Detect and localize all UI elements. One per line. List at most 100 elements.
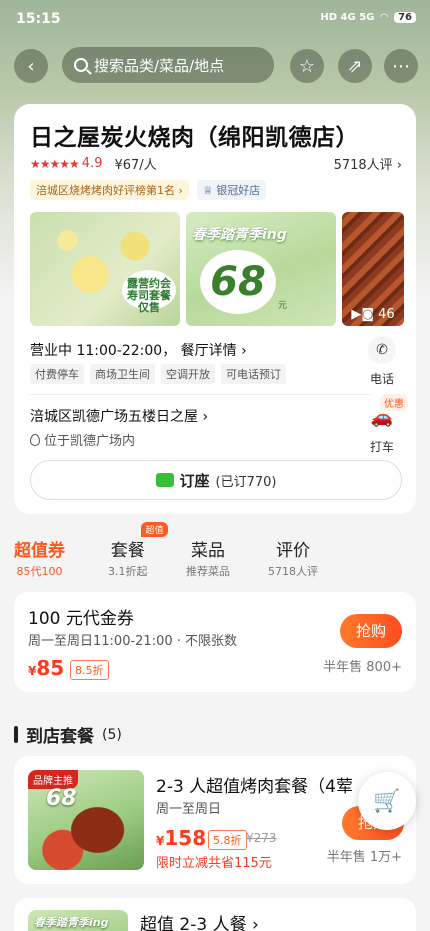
voucher-buy-button[interactable]: 抢购 <box>340 614 402 648</box>
package-image: 春季踏青季ing <box>28 910 128 931</box>
more-button[interactable]: ⋯ <box>384 49 418 83</box>
package-image-text: 68 <box>46 786 77 811</box>
rank-badge[interactable]: 涪城区烧烤烤肉好评榜第1名 › <box>30 180 189 200</box>
crown-icon: ♕ <box>202 184 217 197</box>
cart-icon: 🛒 <box>373 788 401 814</box>
address-sub-label: 位于凯德广场内 <box>44 434 136 449</box>
wifi-icon: ◠ <box>380 12 389 23</box>
share-icon: ⇗ <box>347 55 363 77</box>
taxi-discount-badge: 优惠 <box>380 394 408 411</box>
photo-count-value: 46 <box>378 307 395 322</box>
tab-title: 超值券 <box>14 541 65 561</box>
voucher-name: 100 元代金券 <box>28 609 134 629</box>
package-image-text: 春季踏青季ing <box>34 916 109 929</box>
section-bar <box>14 726 18 743</box>
reviews-link[interactable]: 5718人评 › <box>334 154 402 173</box>
location-pin-icon <box>30 433 40 446</box>
facility-tags: 付费停车 商场卫生间 空调开放 可电话预订 <box>30 364 286 384</box>
back-button[interactable]: ‹ <box>14 49 48 83</box>
business-hours[interactable]: 营业中 11:00-22:00， 餐厅详情 › <box>30 340 247 360</box>
avg-price: ¥67/人 <box>114 158 157 173</box>
facility-tag: 可电话预订 <box>221 364 286 384</box>
network-indicator: HD 4G 5G <box>320 12 375 23</box>
photo-promo-camping[interactable]: 露营约会 寿司套餐仅售 <box>30 212 180 326</box>
tab-dishes[interactable]: 菜品 推荐菜品 <box>186 536 230 579</box>
package-days: 周一至周日 <box>156 802 222 817</box>
phone-icon: ✆ <box>368 336 396 364</box>
facility-tag: 空调开放 <box>161 364 215 384</box>
tab-reviews[interactable]: 评价 5718人评 <box>268 536 318 579</box>
chevron-left-icon: ‹ <box>27 55 35 77</box>
voucher-price-value: 85 <box>36 656 65 680</box>
more-icon: ⋯ <box>392 55 410 77</box>
spring-banner-text: 春季踏青季ing <box>192 227 287 243</box>
store-card: 日之屋炭火烧肉（绵阳凯德店） ★★★★★ 4.9 ¥67/人 5718人评 › … <box>14 104 416 514</box>
package-price: ¥158 <box>156 826 206 850</box>
phone-label: 电话 <box>369 372 394 386</box>
package-card[interactable]: 品牌主推 68 2-3 人超值烤肉套餐（4荤 周一至周日 ¥158 5.8折 ¥… <box>14 756 416 884</box>
voucher-price: ¥85 <box>28 656 64 680</box>
status-bar: 15:15 HD 4G 5G ◠ 76 <box>0 0 430 40</box>
star-icon: ☆ <box>298 55 316 77</box>
reserve-button[interactable]: 订座 (已订770) <box>30 460 402 500</box>
section-count: (5) <box>102 726 122 743</box>
address-link[interactable]: 涪城区凯德广场五楼日之屋 › <box>30 406 208 426</box>
package-discount: 5.8折 <box>208 830 247 850</box>
voucher-card[interactable]: 100 元代金券 周一至周日11:00-21:00 · 不限张数 ¥85 8.5… <box>14 592 416 692</box>
section-tabs: 超值券 85代100 超值 套餐 3.1折起 菜品 推荐菜品 评价 5718人评 <box>0 522 430 582</box>
chair-icon <box>155 473 174 487</box>
package-original-price: ¥273 <box>246 831 277 845</box>
taxi-label: 打车 <box>369 440 394 454</box>
rating-row: ★★★★★ 4.9 ¥67/人 5718人评 › <box>30 154 402 173</box>
package-card-2[interactable]: 春季踏青季ing 超值 2-3 人餐 › <box>14 898 416 931</box>
voucher-desc: 周一至周日11:00-21:00 · 不限张数 <box>28 634 238 649</box>
search-icon <box>74 58 88 72</box>
facility-tag: 商场卫生间 <box>90 364 155 384</box>
photo-grill[interactable]: ▶◙ 46 <box>342 212 404 326</box>
packages-section-header: 到店套餐 (5) <box>14 722 122 747</box>
status-icons: HD 4G 5G ◠ 76 <box>320 12 416 23</box>
search-input[interactable]: 搜索品类/菜品/地点 <box>62 47 274 83</box>
battery-icon: 76 <box>394 12 416 23</box>
tab-title: 菜品 <box>191 541 225 561</box>
tab-subtitle: 推荐菜品 <box>186 565 230 578</box>
facility-tag: 付费停车 <box>30 364 84 384</box>
tab-coupons[interactable]: 超值券 85代100 <box>14 536 65 579</box>
top-nav: ‹ 搜索品类/菜品/地点 ☆ ⇗ ⋯ <box>0 45 430 87</box>
rating-score: 4.9 <box>81 156 103 171</box>
reserve-label: 订座 <box>179 471 210 490</box>
silver-crown-badge[interactable]: ♕ 银冠好店 <box>196 180 267 200</box>
camping-promo-text: 露营约会 寿司套餐仅售 <box>122 270 176 314</box>
tab-packages[interactable]: 超值 套餐 3.1折起 <box>108 522 168 579</box>
store-tags: 涪城区烧烤烤肉好评榜第1名 › ♕ 银冠好店 <box>30 180 267 200</box>
address-sub: 位于凯德广场内 <box>30 430 135 449</box>
store-name: 日之屋炭火烧肉（绵阳凯德店） <box>30 125 359 151</box>
star-rating-icon: ★★★★★ <box>30 156 80 171</box>
promo-price: 68 <box>200 250 276 314</box>
cart-button[interactable]: 🛒 <box>358 772 416 830</box>
search-placeholder: 搜索品类/菜品/地点 <box>94 56 225 75</box>
promo-price-unit: 元 <box>278 301 288 311</box>
share-button[interactable]: ⇗ <box>338 49 372 83</box>
photo-carousel[interactable]: 露营约会 寿司套餐仅售 春季踏青季ing 68 元 ▶◙ 46 <box>30 212 416 326</box>
package-image: 品牌主推 68 <box>28 770 144 870</box>
package-name: 超值 2-3 人餐 › <box>140 915 259 931</box>
favorite-button[interactable]: ☆ <box>290 49 324 83</box>
voucher-discount: 8.5折 <box>70 660 109 680</box>
phone-button[interactable]: ✆ 电话 <box>362 336 402 387</box>
package-savings: 限时立减共省115元 <box>156 856 272 871</box>
reserve-count: (已订770) <box>215 474 277 490</box>
tab-title: 评价 <box>276 541 310 561</box>
photo-count: ▶◙ 46 <box>342 307 404 322</box>
taxi-button[interactable]: 优惠 🚗 打车 <box>360 394 408 455</box>
package-sold: 半年售 1万+ <box>326 850 402 865</box>
photo-promo-spring[interactable]: 春季踏青季ing 68 元 <box>186 212 336 326</box>
tab-subtitle: 5718人评 <box>268 565 318 578</box>
package-price-value: 158 <box>164 826 207 850</box>
tab-title: 套餐 <box>110 541 145 561</box>
divider <box>30 394 370 395</box>
package-name: 2-3 人超值烤肉套餐（4荤 <box>156 777 353 797</box>
video-camera-icon: ▶◙ <box>351 307 379 322</box>
status-time: 15:15 <box>16 11 61 27</box>
section-title: 到店套餐 <box>26 727 94 747</box>
